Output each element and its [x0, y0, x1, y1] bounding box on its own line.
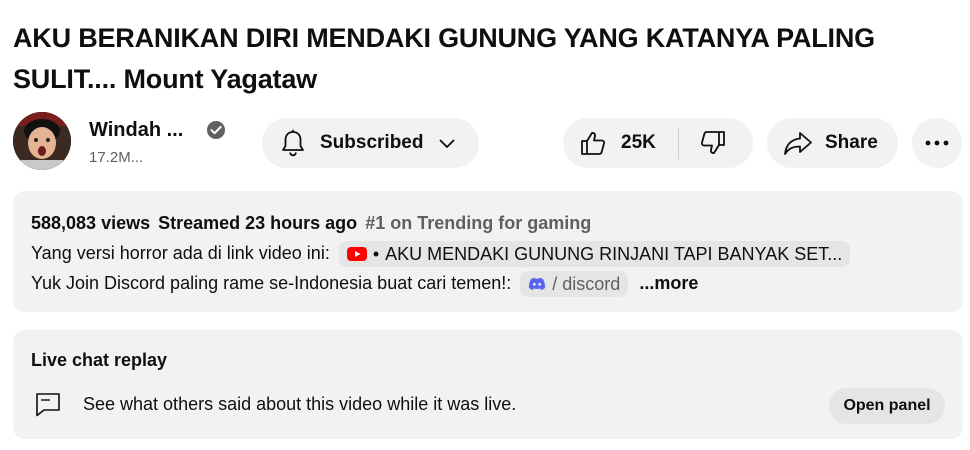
like-button[interactable]: 25K — [579, 118, 656, 168]
subscriber-count: 17.2M... — [89, 149, 144, 166]
verified-badge-icon — [207, 121, 225, 139]
trending-link[interactable]: #1 on Trending for gaming — [365, 213, 591, 233]
description-text-1: Yang versi horror ada di link video ini: — [31, 243, 330, 263]
live-chat-replay-panel: Live chat replay See what others said ab… — [13, 330, 963, 439]
share-label: Share — [825, 132, 878, 153]
video-link-chip[interactable]: • AKU MENDAKI GUNUNG RINJANI TAPI BANYAK… — [338, 241, 851, 268]
description-line-2: Yuk Join Discord paling rame se-Indonesi… — [31, 268, 945, 298]
discord-link-text: / discord — [552, 274, 621, 295]
discord-link-chip[interactable]: / discord — [520, 271, 629, 298]
bell-icon — [282, 129, 304, 157]
chevron-down-icon — [439, 139, 456, 148]
live-chat-title: Live chat replay — [31, 350, 168, 370]
more-actions-button[interactable] — [912, 118, 962, 168]
chip-separator-dot: • — [372, 244, 380, 265]
show-more-link[interactable]: ...more — [639, 273, 698, 293]
share-arrow-icon — [784, 132, 812, 155]
channel-name[interactable]: Windah ... — [89, 119, 183, 142]
owner-actions-row: Windah ... 17.2M... Subscribed 25K Share — [0, 112, 970, 172]
thumbs-down-icon — [700, 131, 725, 154]
avatar-image — [13, 112, 71, 170]
like-count: 25K — [621, 132, 656, 153]
youtube-logo-icon — [346, 247, 367, 262]
like-divider — [677, 127, 679, 159]
view-count: 588,083 views — [31, 213, 151, 233]
channel-avatar[interactable] — [13, 112, 71, 170]
video-title: AKU BERANIKAN DIRI MENDAKI GUNUNG YANG K… — [13, 23, 875, 94]
subscribed-button[interactable]: Subscribed — [262, 118, 479, 168]
discord-logo-icon — [529, 278, 546, 291]
open-panel-button[interactable]: Open panel — [829, 388, 945, 424]
description-meta: 588,083 views Streamed 23 hours ago #1 on … — [31, 208, 945, 238]
share-button[interactable]: Share — [767, 118, 898, 168]
like-dislike-group: 25K — [563, 118, 753, 168]
thumbs-up-icon — [581, 132, 606, 155]
description-box[interactable]: 588,083 views Streamed 23 hours ago #1 on … — [13, 191, 963, 312]
video-link-text: AKU MENDAKI GUNUNG RINJANI TAPI BANYAK S… — [385, 244, 843, 265]
chat-bubble-icon — [36, 393, 60, 417]
more-horizontal-icon — [925, 140, 949, 146]
live-chat-description: See what others said about this video wh… — [83, 394, 517, 414]
description-line-1: Yang versi horror ada di link video ini:… — [31, 238, 945, 268]
dislike-button[interactable] — [699, 118, 727, 168]
subscribed-label: Subscribed — [320, 132, 424, 153]
streamed-date: Streamed 23 hours ago — [158, 213, 358, 233]
description-text-2: Yuk Join Discord paling rame se-Indonesi… — [31, 273, 512, 293]
